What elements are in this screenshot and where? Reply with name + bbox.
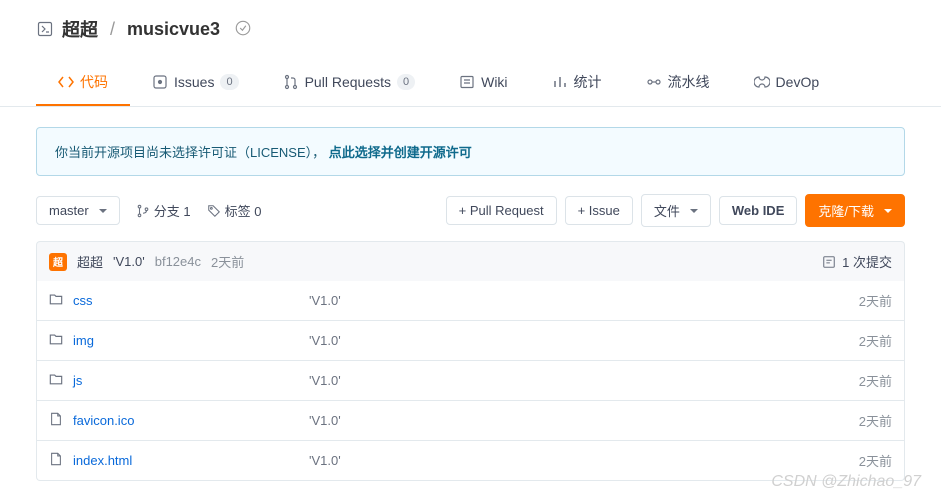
latest-commit-row: 超 超超 'V1.0' bf12e4c 2天前 1 次提交 (36, 241, 905, 281)
tab-devops[interactable]: DevOp (732, 60, 842, 106)
file-time: 2天前 (859, 411, 892, 430)
toolbar-left: master 分支 1 标签 0 (36, 196, 261, 225)
owner-link[interactable]: 超超 (62, 16, 98, 42)
new-pull-request-button[interactable]: + Pull Request (446, 196, 557, 225)
avatar: 超 (49, 253, 67, 271)
file-row: favicon.ico 'V1.0' 2天前 (37, 400, 904, 440)
clone-label: 克隆/下载 (818, 201, 874, 220)
badge-icon (234, 19, 252, 40)
folder-icon (49, 292, 63, 309)
file-row: css 'V1.0' 2天前 (37, 281, 904, 320)
tag-icon (207, 204, 221, 218)
tab-label: 统计 (574, 72, 602, 92)
tab-label: 流水线 (668, 72, 710, 92)
tab-code[interactable]: 代码 (36, 60, 130, 106)
file-commit-msg[interactable]: 'V1.0' (309, 453, 341, 468)
commit-author-link[interactable]: 超超 (77, 252, 103, 271)
file-row: img 'V1.0' 2天前 (37, 320, 904, 360)
tab-label: 代码 (80, 72, 108, 92)
branch-selector[interactable]: master (36, 196, 120, 225)
file-time: 2天前 (859, 291, 892, 310)
tags-text: 标签 0 (225, 201, 262, 220)
new-issue-button[interactable]: + Issue (565, 196, 633, 225)
file-name-link[interactable]: js (73, 373, 82, 388)
tab-pulls[interactable]: Pull Requests 0 (261, 60, 438, 106)
toolbar-right: + Pull Request + Issue 文件 Web IDE 克隆/下载 (446, 194, 905, 227)
branches-link[interactable]: 分支 1 (136, 201, 191, 220)
tab-wiki[interactable]: Wiki (437, 60, 529, 106)
tab-label: Pull Requests (305, 74, 391, 90)
web-ide-button[interactable]: Web IDE (719, 196, 798, 225)
files-button[interactable]: 文件 (641, 194, 711, 227)
commits-text: 1 次提交 (842, 252, 892, 271)
file-time: 2天前 (859, 331, 892, 350)
tags-link[interactable]: 标签 0 (207, 201, 262, 220)
path-separator: / (110, 19, 115, 40)
license-banner: 你当前开源项目尚未选择许可证（LICENSE）， 点此选择并创建开源许可 (36, 127, 905, 176)
files-label: 文件 (654, 201, 680, 220)
tab-issues[interactable]: Issues 0 (130, 60, 261, 106)
folder-icon (49, 332, 63, 349)
file-row: js 'V1.0' 2天前 (37, 360, 904, 400)
folder-icon (49, 372, 63, 389)
file-icon (49, 412, 63, 429)
file-commit-msg[interactable]: 'V1.0' (309, 373, 341, 388)
issues-count-badge: 0 (220, 74, 238, 90)
branch-label: master (49, 203, 89, 218)
commit-message-link[interactable]: 'V1.0' (113, 254, 145, 269)
file-list: css 'V1.0' 2天前 img 'V1.0' 2天前 js 'V1.0' … (36, 281, 905, 481)
file-icon (49, 452, 63, 469)
file-time: 2天前 (859, 371, 892, 390)
repo-name-link[interactable]: musicvue3 (127, 19, 220, 40)
tab-stats[interactable]: 统计 (530, 60, 624, 106)
repo-tabs: 代码 Issues 0 Pull Requests 0 Wiki 统计 流水线 … (0, 60, 941, 107)
pull-request-icon (283, 74, 299, 90)
chevron-down-icon (99, 209, 107, 213)
pipeline-icon (646, 74, 662, 90)
stats-icon (552, 74, 568, 90)
history-icon (822, 255, 836, 269)
wiki-icon (459, 74, 475, 90)
file-name-link[interactable]: favicon.ico (73, 413, 134, 428)
file-row: index.html 'V1.0' 2天前 (37, 440, 904, 480)
commits-link[interactable]: 1 次提交 (822, 252, 892, 271)
commit-time: 2天前 (211, 252, 244, 271)
license-link[interactable]: 点此选择并创建开源许可 (329, 145, 472, 160)
chevron-down-icon (690, 209, 698, 213)
file-commit-msg[interactable]: 'V1.0' (309, 413, 341, 428)
commit-hash-link[interactable]: bf12e4c (155, 254, 201, 269)
tab-pipelines[interactable]: 流水线 (624, 60, 732, 106)
repo-icon (36, 20, 54, 38)
chevron-down-icon (884, 209, 892, 213)
file-time: 2天前 (859, 451, 892, 470)
tab-label: Wiki (481, 74, 507, 90)
repo-header: 超超 / musicvue3 (0, 0, 941, 42)
banner-text: 你当前开源项目尚未选择许可证（LICENSE）， (55, 145, 325, 160)
content-area: 你当前开源项目尚未选择许可证（LICENSE）， 点此选择并创建开源许可 mas… (0, 107, 941, 481)
file-name-link[interactable]: index.html (73, 453, 132, 468)
tab-label: DevOp (776, 74, 820, 90)
file-name-link[interactable]: css (73, 293, 93, 308)
code-icon (58, 74, 74, 90)
pulls-count-badge: 0 (397, 74, 415, 90)
file-commit-msg[interactable]: 'V1.0' (309, 293, 341, 308)
issues-icon (152, 74, 168, 90)
file-name-link[interactable]: img (73, 333, 94, 348)
tab-label: Issues (174, 74, 214, 90)
devops-icon (754, 74, 770, 90)
clone-download-button[interactable]: 克隆/下载 (805, 194, 905, 227)
branch-icon (136, 204, 150, 218)
file-commit-msg[interactable]: 'V1.0' (309, 333, 341, 348)
repo-toolbar: master 分支 1 标签 0 + Pull Request + Issue … (36, 194, 905, 227)
branches-text: 分支 1 (154, 201, 191, 220)
